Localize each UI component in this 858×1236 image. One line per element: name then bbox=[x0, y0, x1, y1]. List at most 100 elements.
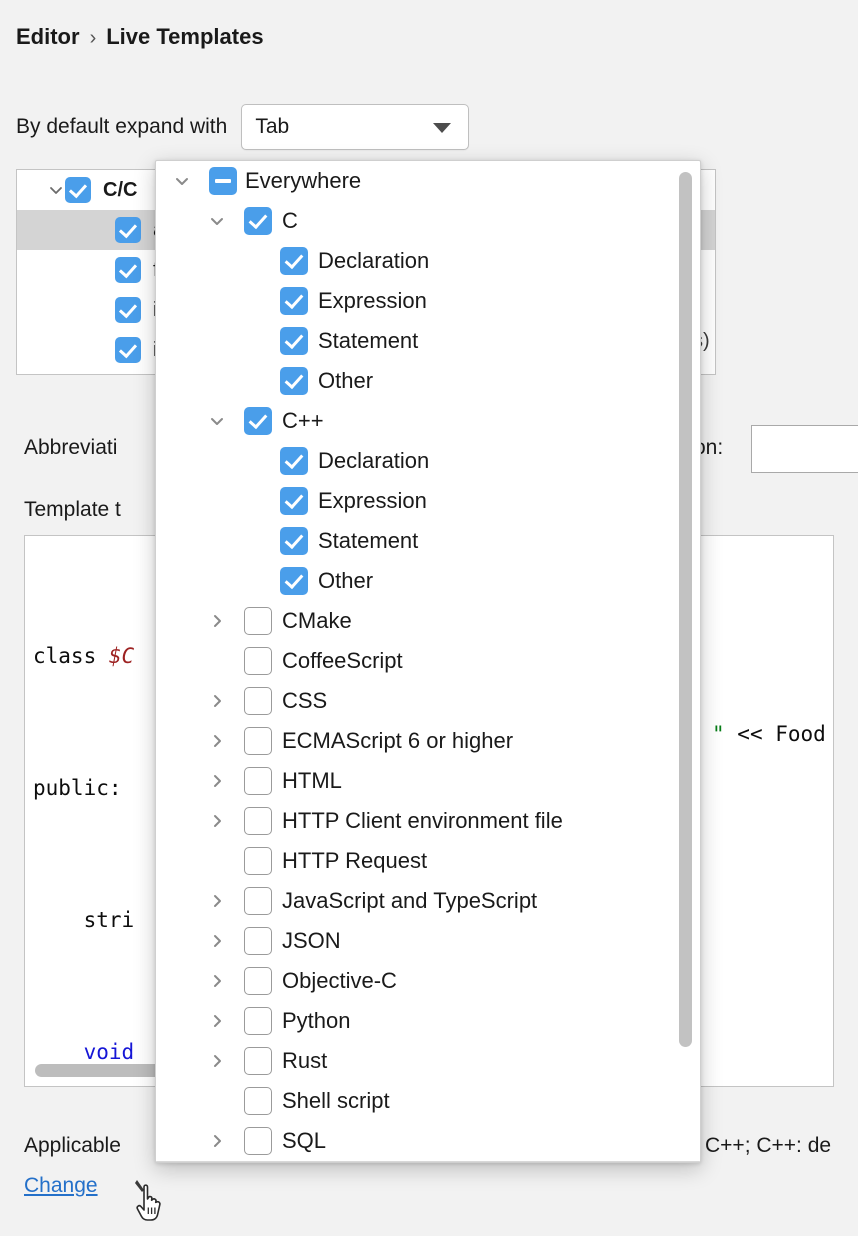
chevron-right-icon[interactable] bbox=[207, 1131, 227, 1151]
context-checkbox[interactable] bbox=[244, 1087, 272, 1115]
context-checkbox[interactable] bbox=[209, 167, 237, 195]
context-checkbox[interactable] bbox=[244, 647, 272, 675]
context-item-label: HTTP Client environment file bbox=[282, 808, 563, 834]
context-checkbox[interactable] bbox=[280, 287, 308, 315]
context-item-label: HTML bbox=[282, 768, 342, 794]
context-item-label: JavaScript and TypeScript bbox=[282, 888, 537, 914]
context-list-item[interactable]: HTML bbox=[156, 761, 700, 801]
context-list-item[interactable]: Rust bbox=[156, 1041, 700, 1081]
context-list-item[interactable]: Everywhere bbox=[156, 161, 700, 201]
context-checkbox[interactable] bbox=[244, 207, 272, 235]
chevron-right-icon[interactable] bbox=[207, 971, 227, 991]
expand-with-select[interactable]: Tab bbox=[241, 104, 469, 150]
chevron-right-icon[interactable] bbox=[207, 731, 227, 751]
abbreviation-label: Abbreviati bbox=[24, 436, 117, 460]
context-checkbox[interactable] bbox=[244, 887, 272, 915]
expand-with-label: By default expand with bbox=[16, 115, 227, 139]
context-list-item[interactable]: Declaration bbox=[156, 441, 700, 481]
chevron-down-icon[interactable] bbox=[207, 411, 227, 431]
tree-item-checkbox[interactable] bbox=[115, 337, 141, 363]
tree-item-checkbox[interactable] bbox=[115, 297, 141, 323]
code-line: class bbox=[33, 644, 109, 668]
context-list-item[interactable]: SQL bbox=[156, 1121, 700, 1161]
context-checkbox[interactable] bbox=[280, 247, 308, 275]
context-list-item[interactable]: CSS bbox=[156, 681, 700, 721]
context-item-label: Statement bbox=[318, 528, 418, 554]
chevron-down-icon[interactable] bbox=[172, 171, 192, 191]
context-checkbox[interactable] bbox=[280, 527, 308, 555]
context-item-label: C++ bbox=[282, 408, 324, 434]
chevron-right-icon[interactable] bbox=[207, 891, 227, 911]
context-item-label: Statement bbox=[318, 328, 418, 354]
context-list-item[interactable]: ECMAScript 6 or higher bbox=[156, 721, 700, 761]
context-list-item[interactable]: Other bbox=[156, 361, 700, 401]
applicable-context: C++; C++: de bbox=[705, 1134, 831, 1158]
context-checkbox[interactable] bbox=[280, 447, 308, 475]
context-list-item[interactable]: C bbox=[156, 201, 700, 241]
context-list[interactable]: EverywhereCDeclarationExpressionStatemen… bbox=[156, 161, 700, 1162]
context-list-item[interactable]: Other bbox=[156, 561, 700, 601]
context-list-item[interactable]: CMake bbox=[156, 601, 700, 641]
breadcrumb: Editor›Live Templates bbox=[16, 24, 264, 50]
context-checkbox[interactable] bbox=[280, 487, 308, 515]
context-checkbox[interactable] bbox=[244, 727, 272, 755]
chevron-right-icon[interactable] bbox=[207, 811, 227, 831]
popup-scrollbar[interactable] bbox=[673, 162, 699, 1161]
context-list-item[interactable]: Expression bbox=[156, 281, 700, 321]
chevron-right-icon[interactable] bbox=[207, 771, 227, 791]
context-list-item[interactable]: Expression bbox=[156, 481, 700, 521]
description-input[interactable] bbox=[751, 425, 858, 473]
tree-group-label: C/C bbox=[103, 179, 137, 202]
chevron-right-icon[interactable] bbox=[207, 931, 227, 951]
chevron-down-icon[interactable] bbox=[207, 211, 227, 231]
context-list-item[interactable]: JavaScript and TypeScript bbox=[156, 881, 700, 921]
context-list-item[interactable]: CoffeeScript bbox=[156, 641, 700, 681]
context-checkbox[interactable] bbox=[244, 1047, 272, 1075]
context-list-item[interactable]: Python bbox=[156, 1001, 700, 1041]
breadcrumb-separator-icon: › bbox=[90, 27, 97, 49]
context-checkbox[interactable] bbox=[244, 407, 272, 435]
code-right-text: << Food bbox=[725, 722, 826, 746]
context-list-item[interactable]: HTTP Client environment file bbox=[156, 801, 700, 841]
context-list-item[interactable]: Statement bbox=[156, 521, 700, 561]
context-list-item[interactable]: JSON bbox=[156, 921, 700, 961]
context-list-item[interactable]: Statement bbox=[156, 321, 700, 361]
context-selection-popup[interactable]: EverywhereCDeclarationExpressionStatemen… bbox=[155, 160, 701, 1163]
template-code: class $C public: stri void } }; bbox=[33, 546, 134, 1087]
context-checkbox[interactable] bbox=[244, 1007, 272, 1035]
context-checkbox[interactable] bbox=[244, 967, 272, 995]
context-item-label: Everywhere bbox=[245, 168, 361, 194]
context-checkbox[interactable] bbox=[280, 327, 308, 355]
context-list-item[interactable]: HTTP Request bbox=[156, 841, 700, 881]
context-checkbox[interactable] bbox=[280, 367, 308, 395]
context-checkbox[interactable] bbox=[244, 847, 272, 875]
chevron-down-icon[interactable] bbox=[47, 181, 65, 199]
breadcrumb-root[interactable]: Editor bbox=[16, 24, 80, 49]
chevron-right-icon[interactable] bbox=[207, 1011, 227, 1031]
change-link[interactable]: Change bbox=[24, 1174, 98, 1198]
divider bbox=[156, 1161, 700, 1162]
context-checkbox[interactable] bbox=[280, 567, 308, 595]
tree-item-checkbox[interactable] bbox=[115, 217, 141, 243]
chevron-right-icon[interactable] bbox=[207, 691, 227, 711]
chevron-right-icon[interactable] bbox=[207, 1051, 227, 1071]
context-list-item[interactable]: C++ bbox=[156, 401, 700, 441]
context-checkbox[interactable] bbox=[244, 607, 272, 635]
context-item-label: CSS bbox=[282, 688, 327, 714]
tree-group-checkbox[interactable] bbox=[65, 177, 91, 203]
chevron-right-icon[interactable] bbox=[207, 611, 227, 631]
context-checkbox[interactable] bbox=[244, 1127, 272, 1155]
context-item-label: Python bbox=[282, 1008, 351, 1034]
context-checkbox[interactable] bbox=[244, 687, 272, 715]
scrollbar-thumb[interactable] bbox=[679, 172, 692, 1047]
context-checkbox[interactable] bbox=[244, 807, 272, 835]
code-line bbox=[33, 1040, 84, 1064]
context-list-item[interactable]: Objective-C bbox=[156, 961, 700, 1001]
context-item-label: ECMAScript 6 or higher bbox=[282, 728, 513, 754]
context-list-item[interactable]: Shell script bbox=[156, 1081, 700, 1121]
code-line: stri bbox=[33, 898, 134, 942]
context-checkbox[interactable] bbox=[244, 927, 272, 955]
context-list-item[interactable]: Declaration bbox=[156, 241, 700, 281]
context-checkbox[interactable] bbox=[244, 767, 272, 795]
tree-item-checkbox[interactable] bbox=[115, 257, 141, 283]
